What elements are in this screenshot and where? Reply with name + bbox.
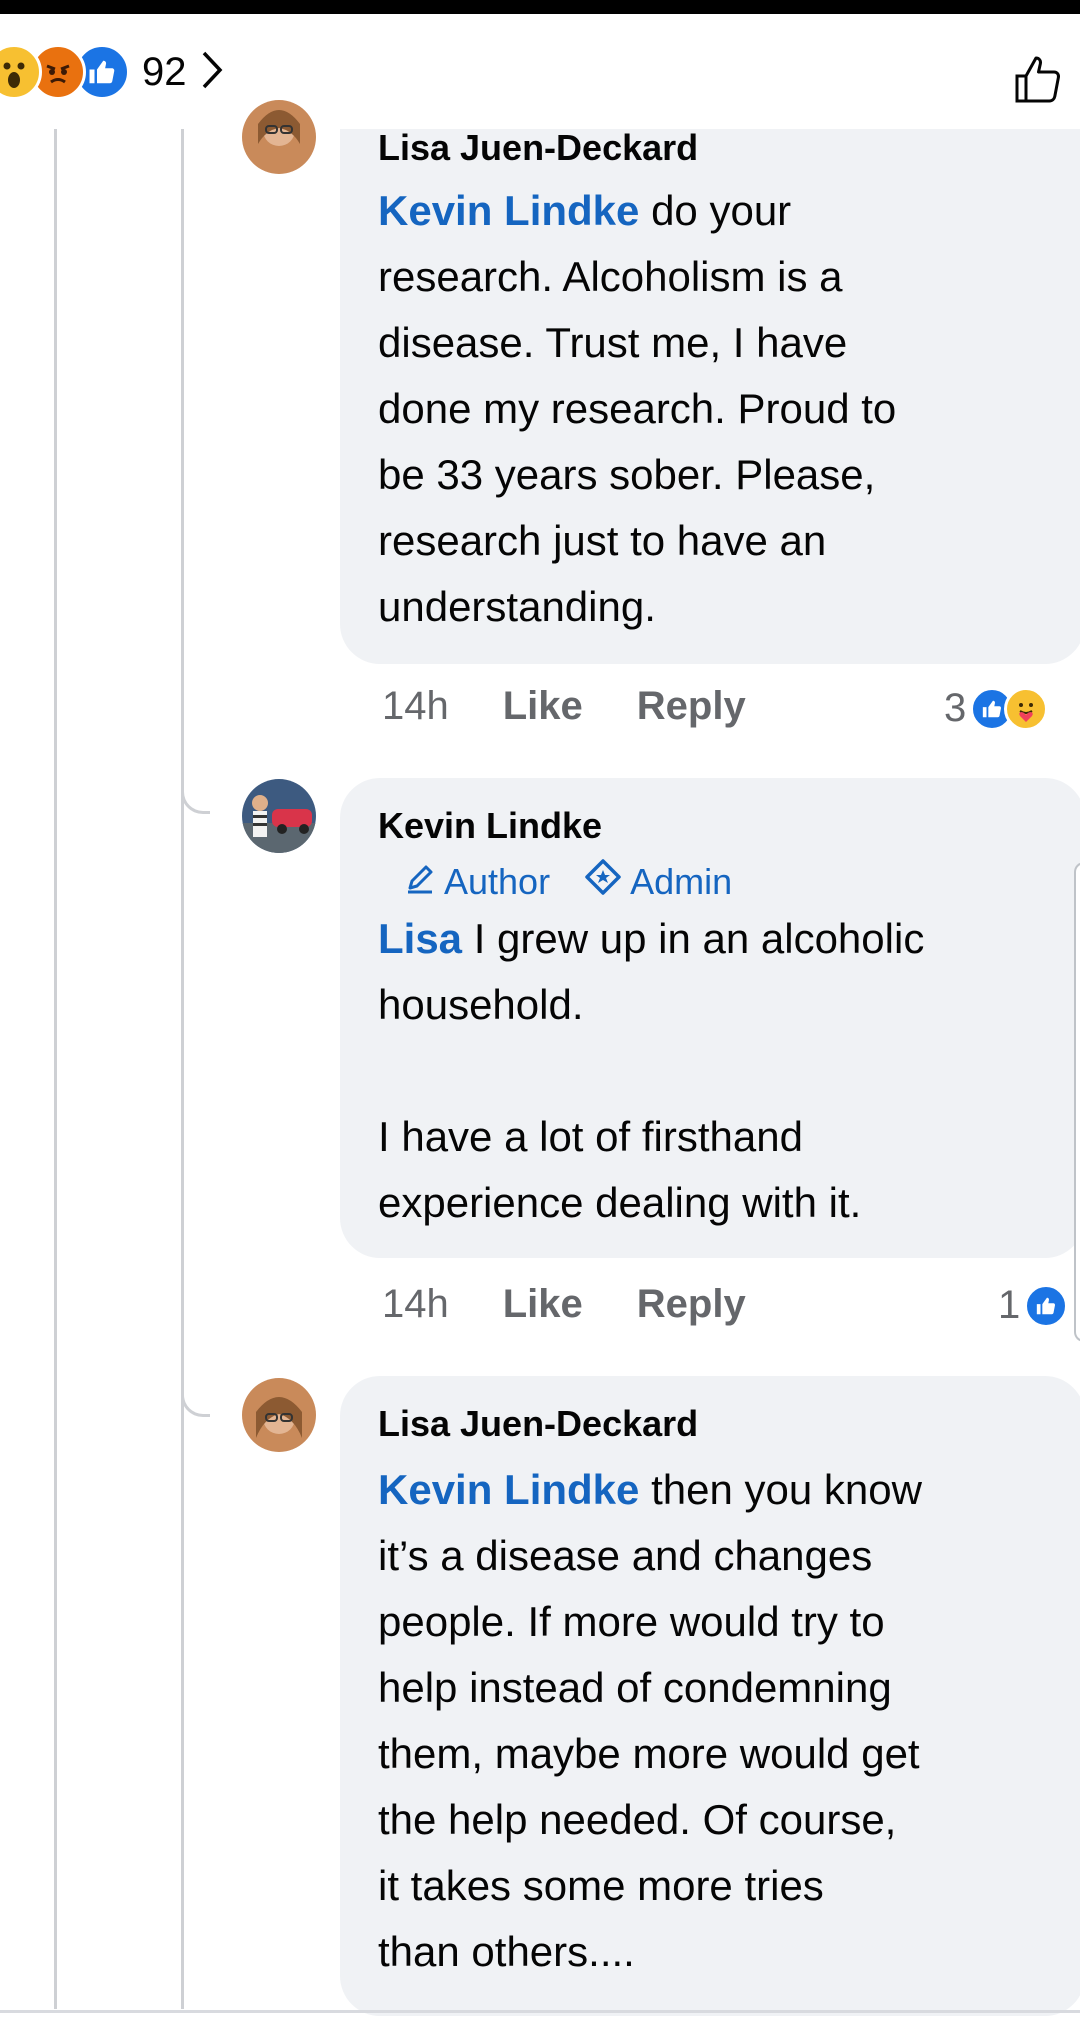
thread-line-outer (54, 129, 57, 2009)
status-bar (0, 0, 1080, 14)
like-button[interactable]: Like (503, 1282, 583, 1327)
comment-author[interactable]: Kevin Lindke (378, 805, 602, 847)
mention-link[interactable]: Kevin Lindke (378, 187, 639, 234)
thread-branch (181, 1388, 210, 1417)
pencil-icon (404, 861, 444, 903)
comment-text: Lisa I grew up in an alcoholic household… (378, 915, 925, 1226)
thread-branch (181, 785, 210, 814)
chevron-right-icon (201, 50, 223, 95)
mention-link[interactable]: Kevin Lindke (378, 1466, 639, 1513)
comment-meta: 14h Like Reply (382, 1282, 746, 1327)
admin-diamond-icon (584, 858, 630, 905)
scroll-handle[interactable] (1074, 862, 1080, 1342)
comment-author[interactable]: Lisa Juen-Deckard (378, 127, 698, 169)
comment-text: Kevin Lindke then you know it’s a diseas… (378, 1466, 922, 1975)
care-icon (1004, 686, 1049, 731)
avatar[interactable] (242, 1378, 316, 1452)
like-icon (1024, 1283, 1069, 1328)
timestamp[interactable]: 14h (382, 1282, 449, 1327)
reactions-header: 92 (0, 14, 1080, 129)
reply-button[interactable]: Reply (637, 1282, 746, 1327)
thread-line-inner (181, 129, 184, 2009)
avatar[interactable] (242, 779, 316, 853)
avatar[interactable] (242, 100, 316, 174)
like-button[interactable]: Like (503, 684, 583, 729)
comment-author[interactable]: Lisa Juen-Deckard (378, 1403, 698, 1445)
timestamp[interactable]: 14h (382, 684, 449, 729)
reaction-count: 92 (142, 49, 187, 94)
comment-text: Kevin Lindke do your research. Alcoholis… (378, 187, 897, 630)
wow-icon (0, 44, 42, 100)
author-badge[interactable]: Author (404, 861, 550, 903)
reaction-summary[interactable]: 92 (0, 44, 223, 100)
author-badges: Author Admin (404, 858, 732, 905)
admin-badge[interactable]: Admin (584, 858, 732, 905)
thumbs-up-outline-icon[interactable] (1014, 54, 1062, 109)
comment-meta: 14h Like Reply (382, 684, 746, 729)
comment-reactions[interactable]: 3 (944, 686, 1049, 731)
divider (0, 2010, 1080, 2013)
comment-reactions[interactable]: 1 (998, 1283, 1069, 1328)
mention-link[interactable]: Lisa (378, 915, 462, 962)
reply-button[interactable]: Reply (637, 684, 746, 729)
